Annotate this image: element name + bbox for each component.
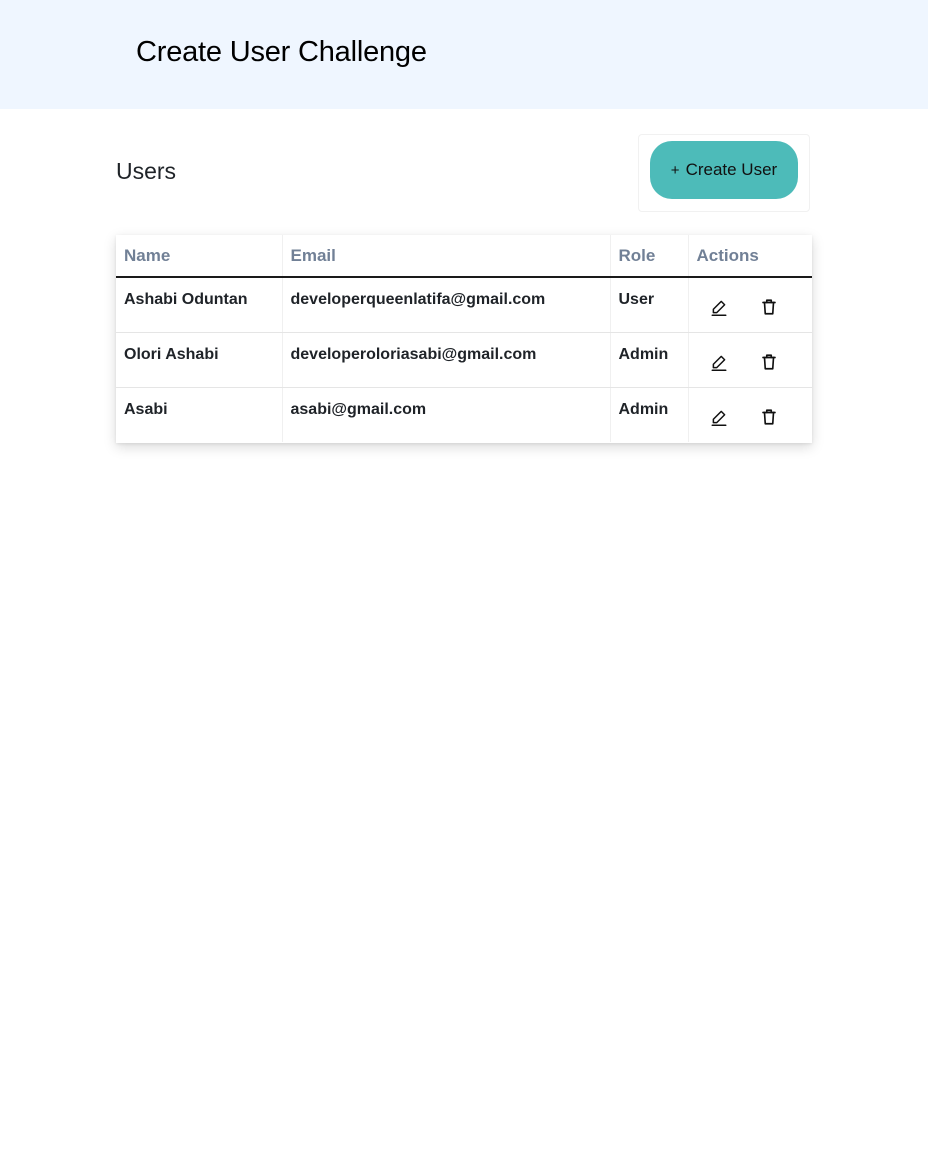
cell-email: asabi@gmail.com [282,387,611,442]
column-header-name: Name [116,235,283,278]
pencil-icon [711,300,726,316]
table-row: Asabi asabi@gmail.com Admin [116,387,812,442]
section-title: Users [116,158,177,184]
plus-icon: + [670,162,680,179]
table-header-row: Name Email Role Actions [116,235,812,278]
cell-actions [688,277,812,333]
app-header: Create User Challenge [0,0,928,109]
trash-icon [762,299,776,315]
edit-user-button[interactable] [707,405,731,429]
column-header-role: Role [610,235,689,278]
cell-role: User [610,277,689,333]
column-header-actions: Actions [688,235,812,278]
cell-actions [688,387,812,442]
create-user-button[interactable]: + Create User [650,141,798,199]
delete-user-button[interactable] [757,405,781,429]
trash-icon [762,353,776,370]
users-table: Name Email Role Actions Ashabi Oduntan d… [116,235,812,442]
edit-user-button[interactable] [707,350,731,374]
column-header-email: Email [282,235,611,278]
create-user-label: Create User [685,160,778,179]
trash-icon [762,409,776,425]
table-row: Ashabi Oduntan developerqueenlatifa@gmai… [116,277,812,333]
edit-user-button[interactable] [707,295,731,319]
table-row: Olori Ashabi developeroloriasabi@gmail.c… [116,332,812,388]
cell-name: Olori Ashabi [116,332,283,388]
app-title: Create User Challenge [136,36,427,68]
cell-actions [688,332,812,388]
users-table-card: Name Email Role Actions Ashabi Oduntan d… [116,235,812,443]
cell-role: Admin [610,387,689,442]
delete-user-button[interactable] [757,350,781,374]
cell-name: Ashabi Oduntan [116,277,283,333]
delete-user-button[interactable] [757,295,781,319]
pencil-icon [711,410,726,426]
cell-role: Admin [610,332,689,388]
cell-email: developeroloriasabi@gmail.com [282,332,611,388]
cell-email: developerqueenlatifa@gmail.com [282,277,611,333]
pencil-icon [711,355,726,371]
cell-name: Asabi [116,387,283,442]
